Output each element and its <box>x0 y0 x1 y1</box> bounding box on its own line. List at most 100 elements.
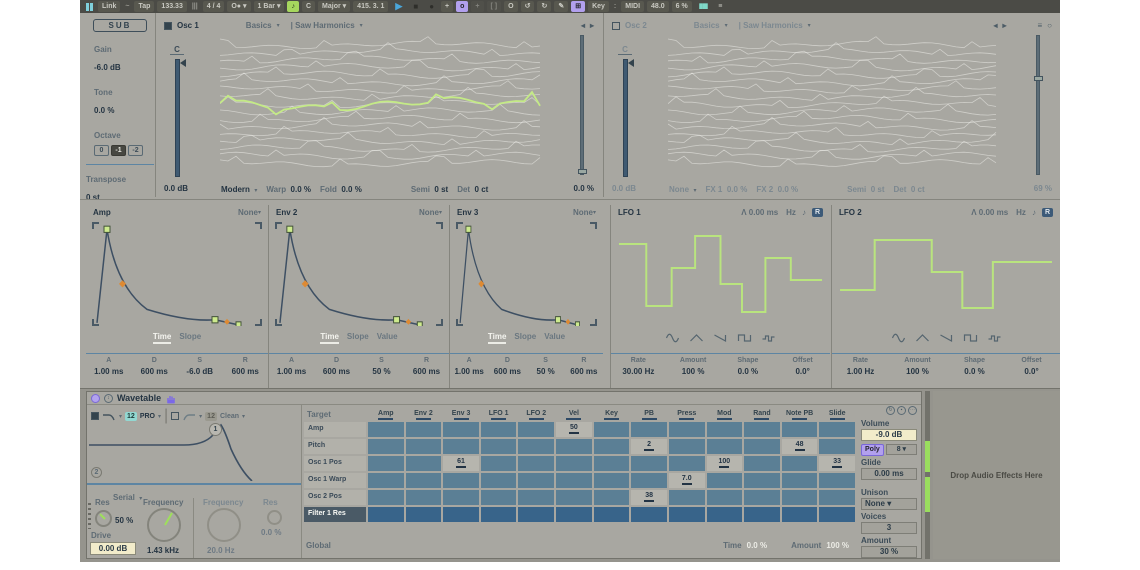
matrix-cell[interactable] <box>782 507 818 522</box>
link-button[interactable]: Link <box>98 1 120 12</box>
matrix-cell[interactable] <box>819 439 855 454</box>
fader-handle[interactable] <box>628 59 634 67</box>
matrix-cell[interactable] <box>368 490 404 505</box>
gain-value[interactable]: -6.0 dB <box>94 63 121 72</box>
matrix-time-value[interactable]: 0.0 % <box>747 541 767 550</box>
matrix-cell[interactable] <box>669 507 705 522</box>
device-drop-zone[interactable]: Drop Audio Effects Here <box>933 391 1060 559</box>
matrix-cell[interactable] <box>669 439 705 454</box>
glide-field[interactable]: 0.00 ms <box>861 468 917 480</box>
grid-toggle-button[interactable]: ⊞ <box>571 1 585 12</box>
osc1-position-slider[interactable] <box>580 35 584 175</box>
filter1-res-knob[interactable] <box>95 510 112 527</box>
matrix-row-label[interactable]: Osc 1 Pos <box>304 456 366 471</box>
lfo-shape-square-icon[interactable] <box>963 330 978 348</box>
lfo-shape-square-icon[interactable] <box>737 330 752 348</box>
matrix-cell[interactable] <box>669 422 705 437</box>
position-handle[interactable] <box>578 169 587 174</box>
matrix-cell[interactable] <box>518 490 554 505</box>
res2-value[interactable]: 0.0 % <box>261 528 281 537</box>
matrix-cell[interactable] <box>518 507 554 522</box>
matrix-cell[interactable] <box>819 473 855 488</box>
matrix-cell[interactable] <box>744 439 780 454</box>
matrix-cell[interactable] <box>481 456 517 471</box>
matrix-cell[interactable] <box>556 439 592 454</box>
env2-display[interactable] <box>275 222 443 326</box>
amp-env-target-menu[interactable]: None <box>238 208 258 217</box>
play-button[interactable]: ▶ <box>391 1 406 12</box>
decay-value[interactable]: 600 ms <box>488 367 526 376</box>
decay-value[interactable]: 600 ms <box>132 367 178 376</box>
freq2-value[interactable]: 20.0 Hz <box>207 546 235 555</box>
amp-envelope-display[interactable] <box>92 222 262 326</box>
attack-value[interactable]: 1.00 ms <box>86 367 132 376</box>
drive-field[interactable]: 0.00 dB <box>90 542 136 555</box>
matrix-cell-value[interactable]: 7.0 <box>669 473 705 488</box>
matrix-cell[interactable] <box>481 422 517 437</box>
tab-value[interactable]: Value <box>377 332 398 344</box>
osc2-position-value[interactable]: 69 % <box>1034 184 1052 193</box>
lfo-shape-triangle-icon[interactable] <box>689 330 704 348</box>
offset-value[interactable]: 0.0° <box>1003 367 1060 376</box>
env3-display[interactable] <box>456 222 597 326</box>
lfo1-attack-value[interactable]: Λ 0.00 ms <box>741 208 778 217</box>
unison-menu[interactable]: None ▾ <box>861 498 917 510</box>
osc2-effect-mode-menu[interactable]: None <box>669 185 689 194</box>
matrix-cell[interactable] <box>481 490 517 505</box>
amount-value[interactable]: 100 % <box>666 367 721 376</box>
matrix-cell[interactable] <box>518 473 554 488</box>
matrix-cell[interactable] <box>707 507 743 522</box>
matrix-cell[interactable] <box>594 422 630 437</box>
punch-icon[interactable]: [ ] <box>487 1 502 12</box>
osc2-gain-value[interactable]: 0.0 dB <box>612 184 636 193</box>
arrangement-position-field[interactable]: 415. 3. 1 <box>353 1 388 12</box>
lfo-shape-random-icon[interactable] <box>761 330 776 348</box>
filter1-freq-knob[interactable] <box>147 508 181 542</box>
tab-time[interactable]: Time <box>320 332 339 344</box>
matrix-cell[interactable] <box>782 422 818 437</box>
matrix-cell[interactable] <box>406 490 442 505</box>
matrix-cell[interactable] <box>556 456 592 471</box>
matrix-row-label[interactable]: Pitch <box>304 439 366 454</box>
unison-amount-field[interactable]: 30 % <box>861 546 917 558</box>
tab-slope[interactable]: Slope <box>514 332 536 344</box>
matrix-cell[interactable] <box>819 422 855 437</box>
lfo2-display[interactable] <box>838 222 1054 326</box>
matrix-cell[interactable]: 2 <box>631 439 667 454</box>
osc2-activator-checkbox[interactable] <box>612 22 620 30</box>
redo-button[interactable]: ↻ <box>537 1 551 12</box>
matrix-cell[interactable] <box>368 473 404 488</box>
matrix-cell[interactable]: 50 <box>556 422 592 437</box>
osc2-list-view-icon[interactable]: ≡ <box>1037 21 1042 30</box>
matrix-cell[interactable]: 33 <box>819 456 855 471</box>
matrix-cell[interactable] <box>406 422 442 437</box>
lfo-shape-saw-icon[interactable] <box>939 330 954 348</box>
tone-value[interactable]: 0.0 % <box>94 106 114 115</box>
key-field[interactable]: C <box>302 1 315 12</box>
amount-value[interactable]: 100 % <box>889 367 946 376</box>
osc2-next-table-icon[interactable]: ▸ <box>1002 21 1006 30</box>
matrix-cell[interactable] <box>443 507 479 522</box>
menu-button[interactable]: ≡ <box>714 1 726 12</box>
cpu-field[interactable]: 6 % <box>672 1 692 12</box>
osc2-fx2-value[interactable]: 0.0 % <box>778 185 798 194</box>
tab-value[interactable]: Value <box>544 332 565 344</box>
matrix-cell[interactable] <box>594 490 630 505</box>
tempo-field[interactable]: 133.33 <box>157 1 186 12</box>
env2-target-menu[interactable]: None <box>419 208 439 217</box>
matrix-amount-value[interactable]: 100 % <box>826 541 849 550</box>
lfo2-attack-value[interactable]: Λ 0.00 ms <box>971 208 1008 217</box>
tab-time[interactable]: Time <box>153 332 172 344</box>
matrix-cell[interactable] <box>744 422 780 437</box>
osc2-semi-value[interactable]: 0 st <box>871 185 885 194</box>
matrix-cell-value[interactable]: 61 <box>443 456 479 471</box>
more-options-icon[interactable]: ⋯ <box>908 406 917 415</box>
matrix-cell[interactable] <box>481 473 517 488</box>
filter2-badge[interactable]: 2 <box>91 467 102 478</box>
sustain-value[interactable]: -6.0 dB <box>177 367 223 376</box>
tab-time[interactable]: Time <box>488 332 507 344</box>
lfo-shape-sine-icon[interactable] <box>665 330 680 348</box>
matrix-cell[interactable] <box>631 473 667 488</box>
poly-mode-button[interactable]: Poly <box>861 444 884 456</box>
matrix-cell-value[interactable]: 100 <box>707 456 743 471</box>
